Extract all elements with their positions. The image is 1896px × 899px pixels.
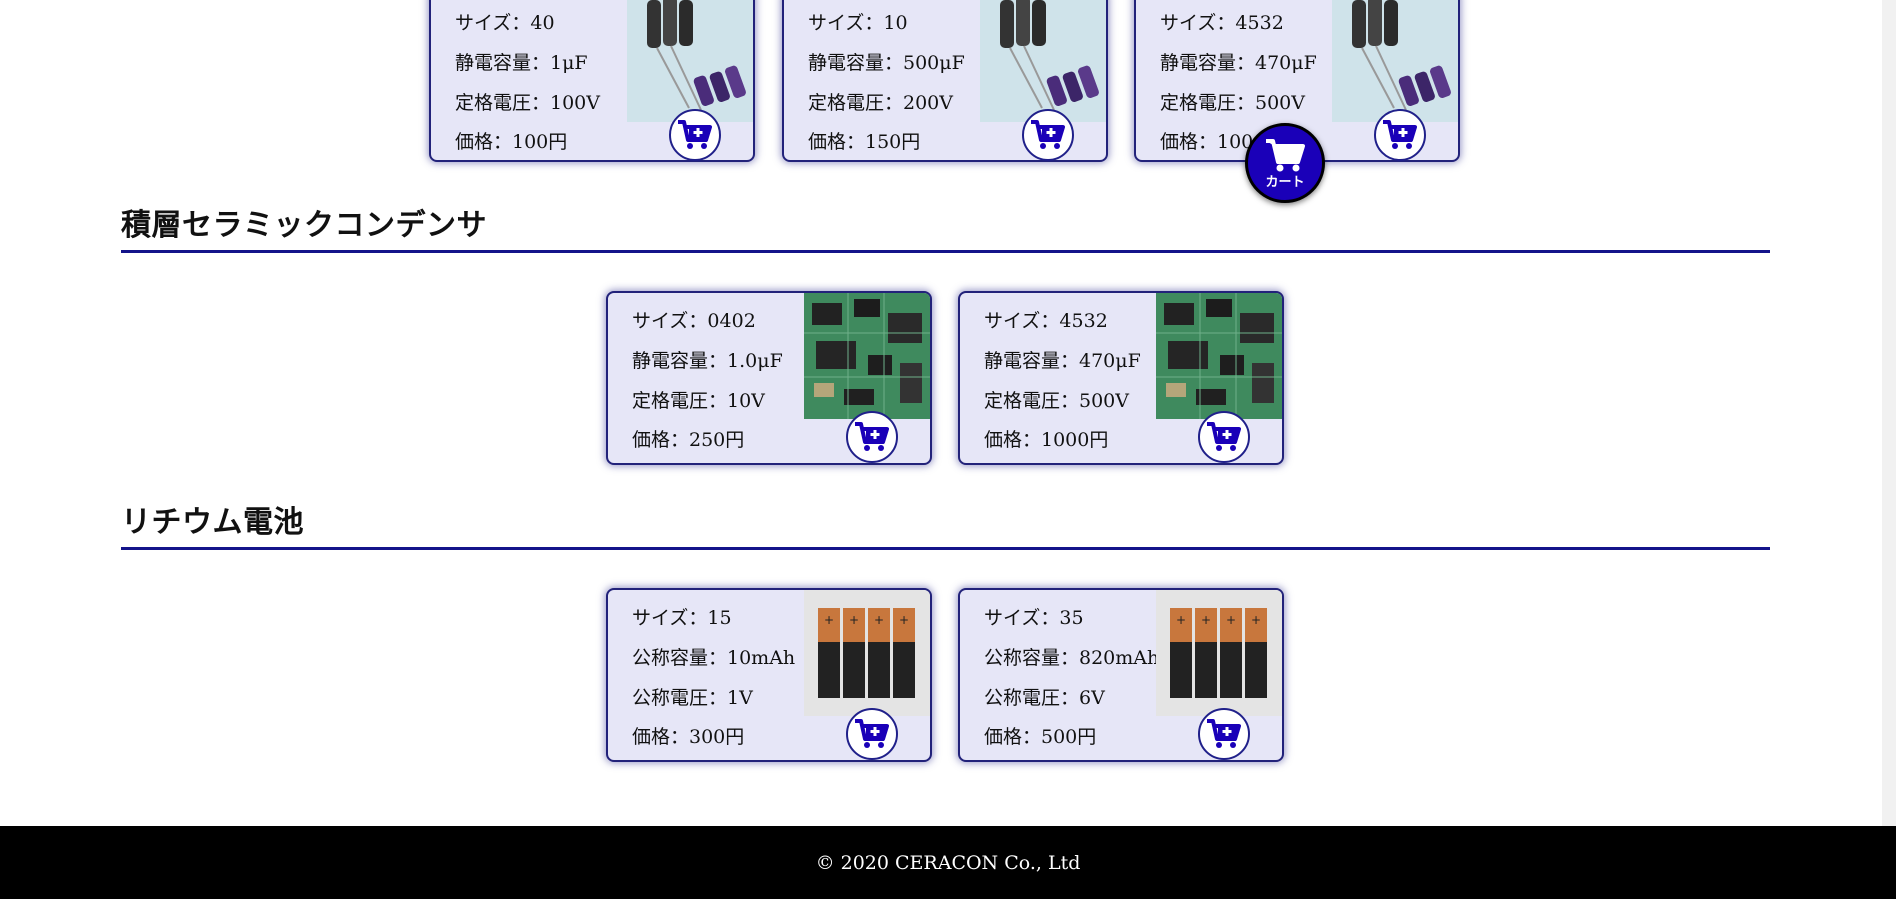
spec-capacitance: 静電容量：1μF [455, 52, 588, 74]
capacitor-image [627, 0, 753, 122]
vertical-scrollbar[interactable] [1882, 0, 1896, 826]
cart-plus-icon [1031, 120, 1065, 149]
section-title-ceramic: 積層セラミックコンデンサ [121, 208, 1770, 253]
section-title-lithium: リチウム電池 [121, 505, 1770, 550]
add-to-cart-button[interactable] [846, 411, 898, 463]
circuit-board-image [1156, 293, 1282, 419]
spec-capacitance: 静電容量：470μF [984, 350, 1141, 372]
cart-plus-icon [1383, 120, 1417, 149]
shopping-cart-icon [1266, 138, 1305, 171]
spec-capacity: 公称容量：820mAh [984, 647, 1160, 669]
spec-price: 価格：100 [1160, 131, 1254, 153]
capacitor-image [1332, 0, 1458, 122]
spec-voltage: 公称電圧：1V [632, 687, 753, 709]
spec-capacity: 公称容量：10mAh [632, 647, 796, 669]
product-card: サイズ：35 公称容量：820mAh 公称電圧：6V 価格：500円 + + +… [958, 588, 1284, 762]
svg-text:+: + [849, 613, 859, 627]
spec-size: サイズ：4532 [1160, 12, 1284, 34]
floating-cart-label: カート [1265, 174, 1305, 190]
floating-cart-button[interactable]: カート [1245, 123, 1325, 203]
spec-size: サイズ：15 [632, 607, 732, 629]
product-card: サイズ：4532 静電容量：470μF 定格電圧：500V 価格：1000円 [958, 291, 1284, 465]
product-card: サイズ：0402 静電容量：1.0μF 定格電圧：10V 価格：250円 [606, 291, 932, 465]
svg-text:+: + [1251, 613, 1261, 627]
product-card: サイズ：10 静電容量：500μF 定格電圧：200V 価格：150円 [782, 0, 1108, 162]
svg-text:+: + [1201, 613, 1211, 627]
add-to-cart-button[interactable] [846, 708, 898, 760]
spec-voltage: 定格電圧：10V [632, 390, 765, 412]
spec-price: 価格：150円 [808, 131, 921, 153]
spec-size: サイズ：0402 [632, 310, 756, 332]
add-to-cart-button[interactable] [1374, 109, 1426, 161]
add-to-cart-button[interactable] [1198, 411, 1250, 463]
cart-plus-icon [678, 120, 712, 149]
spec-voltage: 定格電圧：500V [984, 390, 1129, 412]
cart-plus-icon [1207, 422, 1241, 451]
spec-voltage: 公称電圧：6V [984, 687, 1105, 709]
circuit-board-image [804, 293, 930, 419]
cart-plus-icon [855, 422, 889, 451]
product-card: サイズ：40 静電容量：1μF 定格電圧：100V 価格：100円 [429, 0, 755, 162]
spec-price: 価格：100円 [455, 131, 568, 153]
spec-capacitance: 静電容量：1.0μF [632, 350, 783, 372]
add-to-cart-button[interactable] [1198, 708, 1250, 760]
spec-voltage: 定格電圧：100V [455, 92, 600, 114]
battery-image: + + + + [1156, 590, 1282, 716]
svg-text:+: + [824, 613, 834, 627]
spec-capacitance: 静電容量：500μF [808, 52, 965, 74]
footer: © 2020 CERACON Co., Ltd [0, 826, 1896, 899]
svg-text:+: + [899, 613, 909, 627]
spec-size: サイズ：40 [455, 12, 555, 34]
svg-text:+: + [1226, 613, 1236, 627]
spec-size: サイズ：4532 [984, 310, 1108, 332]
spec-price: 価格：250円 [632, 429, 745, 451]
battery-image: + + + + [804, 590, 930, 716]
spec-price: 価格：1000円 [984, 429, 1109, 451]
spec-price: 価格：500円 [984, 726, 1097, 748]
svg-text:+: + [874, 613, 884, 627]
add-to-cart-button[interactable] [1022, 109, 1074, 161]
spec-capacitance: 静電容量：470μF [1160, 52, 1317, 74]
spec-voltage: 定格電圧：500V [1160, 92, 1305, 114]
add-to-cart-button[interactable] [669, 109, 721, 161]
spec-size: サイズ：35 [984, 607, 1084, 629]
spec-voltage: 定格電圧：200V [808, 92, 953, 114]
spec-size: サイズ：10 [808, 12, 908, 34]
copyright-text: © 2020 CERACON Co., Ltd [815, 851, 1081, 874]
product-card: サイズ：15 公称容量：10mAh 公称電圧：1V 価格：300円 + + + … [606, 588, 932, 762]
svg-text:+: + [1176, 613, 1186, 627]
capacitor-image [980, 0, 1106, 122]
cart-plus-icon [1207, 719, 1241, 748]
cart-plus-icon [855, 719, 889, 748]
product-page: サイズ：40 静電容量：1μF 定格電圧：100V 価格：100円 サイズ：10… [0, 0, 1896, 899]
spec-price: 価格：300円 [632, 726, 745, 748]
